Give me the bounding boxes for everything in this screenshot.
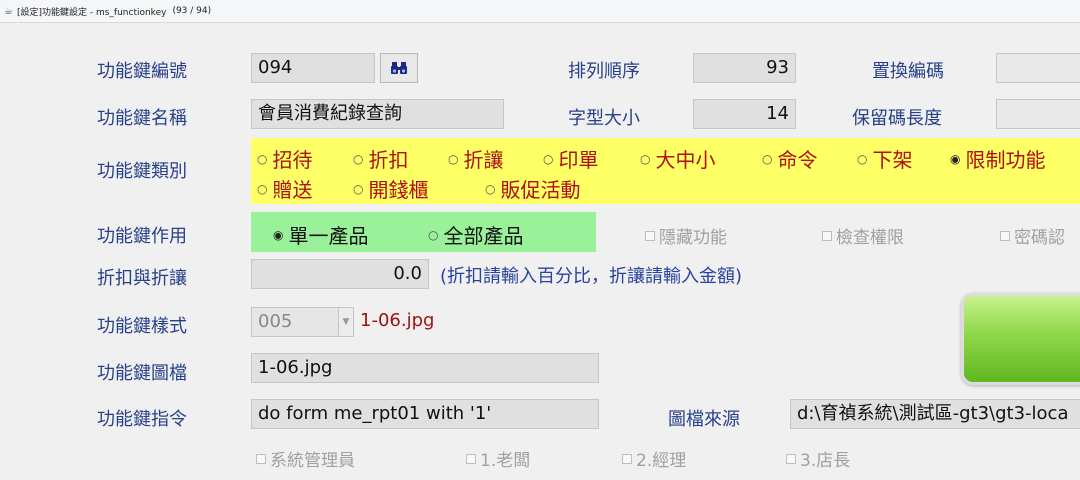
- app-icon: ☕: [4, 5, 13, 17]
- style-filename: 1-06.jpg: [360, 310, 435, 331]
- category-option-restrict[interactable]: ◉ 限制功能: [950, 144, 1045, 173]
- discount-hint: (折扣請輸入百分比，折讓請輸入金額): [440, 266, 743, 287]
- option-label: 限制功能: [965, 148, 1046, 172]
- font-size-label: 字型大小: [568, 108, 640, 129]
- radio-icon: ○: [543, 151, 554, 166]
- radio-icon: ○: [353, 181, 364, 196]
- checkbox-icon: [1000, 230, 1010, 241]
- checkbox-icon: [256, 453, 266, 464]
- key-no-label: 功能鍵編號: [97, 61, 187, 82]
- radio-icon: ○: [762, 151, 773, 166]
- checkbox-label: 密碼認: [1014, 228, 1065, 248]
- checkbox-icon: [822, 230, 832, 241]
- checkbox-label: 3.店長: [800, 451, 851, 471]
- key-preview-button[interactable]: [961, 293, 1080, 385]
- font-size-field[interactable]: 14: [693, 99, 796, 129]
- checkbox-icon: [645, 230, 655, 241]
- key-command-field[interactable]: do form me_rpt01 with '1': [251, 399, 599, 429]
- binoculars-icon: [391, 62, 407, 74]
- key-style-combo[interactable]: 005 ▼: [251, 307, 354, 337]
- radio-icon: ○: [485, 181, 496, 196]
- category-option-promo[interactable]: ○ 販促活動: [485, 174, 580, 203]
- category-option-treat[interactable]: ○ 招待: [257, 144, 312, 173]
- option-label: 單一產品: [288, 224, 369, 248]
- reserve-len-label: 保留碼長度: [852, 108, 942, 129]
- option-label: 贈送: [272, 178, 313, 202]
- checkbox-label: 2.經理: [636, 451, 687, 471]
- lookup-button[interactable]: [380, 53, 418, 83]
- combo-value: 005: [258, 311, 293, 332]
- record-count: (93 / 94): [172, 6, 212, 16]
- key-image-label: 功能鍵圖檔: [97, 363, 187, 384]
- key-name-label: 功能鍵名稱: [97, 108, 187, 129]
- sort-order-label: 排列順序: [568, 61, 640, 82]
- option-label: 開錢櫃: [368, 178, 429, 202]
- radio-icon: ○: [857, 151, 868, 166]
- key-name-field[interactable]: 會員消費紀錄查詢: [251, 99, 504, 129]
- chevron-down-icon[interactable]: ▼: [338, 308, 353, 336]
- store-head-checkbox[interactable]: 3.店長: [786, 446, 850, 471]
- option-label: 販促活動: [500, 178, 581, 202]
- sys-admin-checkbox[interactable]: 系統管理員: [256, 446, 355, 471]
- password-auth-checkbox[interactable]: 密碼認: [1000, 223, 1065, 248]
- option-label: 命令: [777, 148, 818, 172]
- window-title-bar: ☕ [設定]功能鍵設定 - ms_functionkey (93 / 94): [0, 0, 1080, 23]
- category-option-discount[interactable]: ○ 折扣: [353, 144, 408, 173]
- image-source-field[interactable]: d:\育禎系統\測試區-gt3\gt3-loca: [790, 399, 1080, 429]
- option-label: 招待: [272, 148, 313, 172]
- effect-option-single[interactable]: ◉ 單一產品: [273, 220, 368, 249]
- checkbox-icon: [786, 453, 796, 464]
- sort-order-field[interactable]: 93: [693, 53, 796, 83]
- key-effect-label: 功能鍵作用: [97, 226, 187, 247]
- category-option-size[interactable]: ○ 大中小: [640, 144, 715, 173]
- radio-selected-icon: ◉: [273, 227, 284, 242]
- checkbox-label: 隱藏功能: [659, 228, 727, 248]
- checkbox-label: 1.老闆: [480, 451, 531, 471]
- key-command-label: 功能鍵指令: [97, 409, 187, 430]
- effect-option-all[interactable]: ○ 全部產品: [428, 220, 523, 249]
- option-label: 大中小: [655, 148, 716, 172]
- boss-checkbox[interactable]: 1.老闆: [466, 446, 530, 471]
- radio-icon: ○: [257, 151, 268, 166]
- manager-checkbox[interactable]: 2.經理: [622, 446, 686, 471]
- discount-field[interactable]: 0.0: [251, 259, 429, 289]
- replace-code-field[interactable]: [996, 53, 1080, 83]
- category-option-allowance[interactable]: ○ 折讓: [448, 144, 503, 173]
- category-option-print[interactable]: ○ 印單: [543, 144, 598, 173]
- option-label: 下架: [872, 148, 913, 172]
- option-label: 折扣: [368, 148, 409, 172]
- category-option-drawer[interactable]: ○ 開錢櫃: [353, 174, 428, 203]
- radio-icon: ○: [448, 151, 459, 166]
- key-image-field[interactable]: 1-06.jpg: [251, 353, 599, 383]
- reserve-len-field[interactable]: [996, 99, 1080, 129]
- radio-icon: ○: [428, 227, 439, 242]
- category-option-delist[interactable]: ○ 下架: [857, 144, 912, 173]
- key-category-label: 功能鍵類別: [97, 161, 187, 182]
- checkbox-icon: [622, 453, 632, 464]
- radio-icon: ○: [257, 181, 268, 196]
- option-label: 全部產品: [443, 224, 524, 248]
- key-style-label: 功能鍵樣式: [97, 316, 187, 337]
- image-source-label: 圖檔來源: [668, 409, 740, 430]
- hide-function-checkbox[interactable]: 隱藏功能: [645, 223, 727, 248]
- window-title: [設定]功能鍵設定 - ms_functionkey: [16, 7, 167, 18]
- checkbox-icon: [466, 453, 476, 464]
- radio-icon: ○: [353, 151, 364, 166]
- checkbox-label: 系統管理員: [270, 451, 355, 471]
- radio-icon: ○: [640, 151, 651, 166]
- category-option-gift[interactable]: ○ 贈送: [257, 174, 312, 203]
- key-no-field[interactable]: 094: [251, 53, 375, 83]
- check-permission-checkbox[interactable]: 檢查權限: [822, 223, 904, 248]
- checkbox-label: 檢查權限: [836, 228, 904, 248]
- option-label: 印單: [558, 148, 599, 172]
- category-option-command[interactable]: ○ 命令: [762, 144, 817, 173]
- replace-code-label: 置換編碼: [872, 61, 944, 82]
- radio-selected-icon: ◉: [950, 151, 961, 166]
- discount-label: 折扣與折讓: [97, 268, 187, 289]
- option-label: 折讓: [463, 148, 504, 172]
